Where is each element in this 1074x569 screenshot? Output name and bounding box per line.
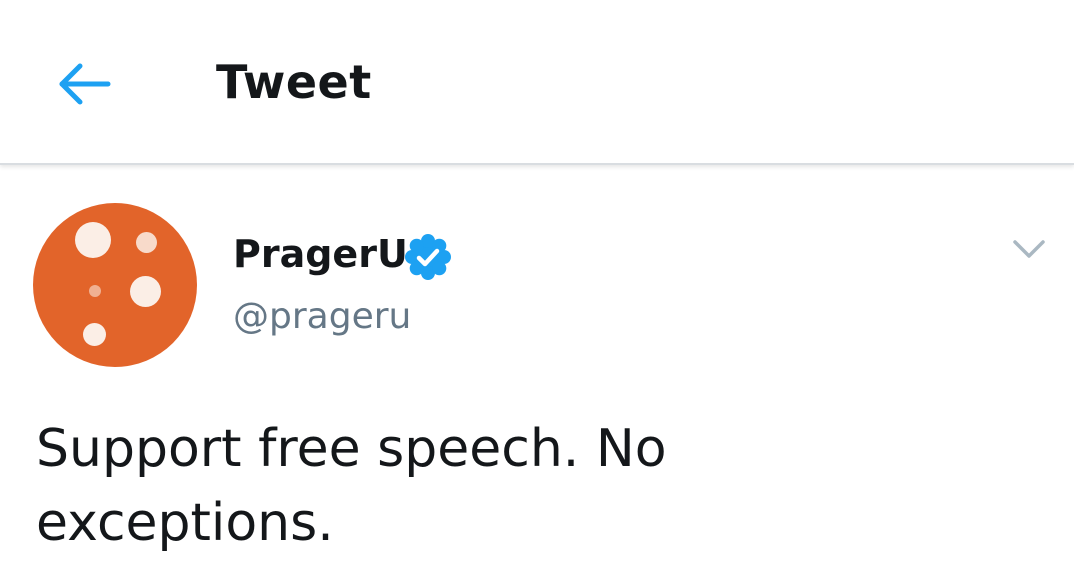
verified-badge-icon — [405, 234, 451, 280]
tweet-options-button[interactable] — [1004, 224, 1054, 274]
page-title: Tweet — [216, 55, 372, 109]
back-button[interactable] — [44, 44, 124, 124]
avatar-dot — [83, 323, 106, 346]
avatar-dot — [89, 285, 101, 297]
tweet-text: Support free speech. No exceptions. — [36, 419, 667, 553]
chevron-down-icon — [1013, 240, 1045, 258]
arrow-left-icon — [59, 63, 111, 105]
avatar-dot — [75, 222, 111, 258]
author-handle[interactable]: @prageru — [233, 292, 411, 342]
avatar-dot — [130, 276, 161, 307]
author-name[interactable]: PragerU — [233, 228, 408, 280]
top-bar: Tweet — [0, 0, 1074, 165]
avatar[interactable] — [33, 203, 197, 367]
avatar-dot — [136, 232, 157, 253]
